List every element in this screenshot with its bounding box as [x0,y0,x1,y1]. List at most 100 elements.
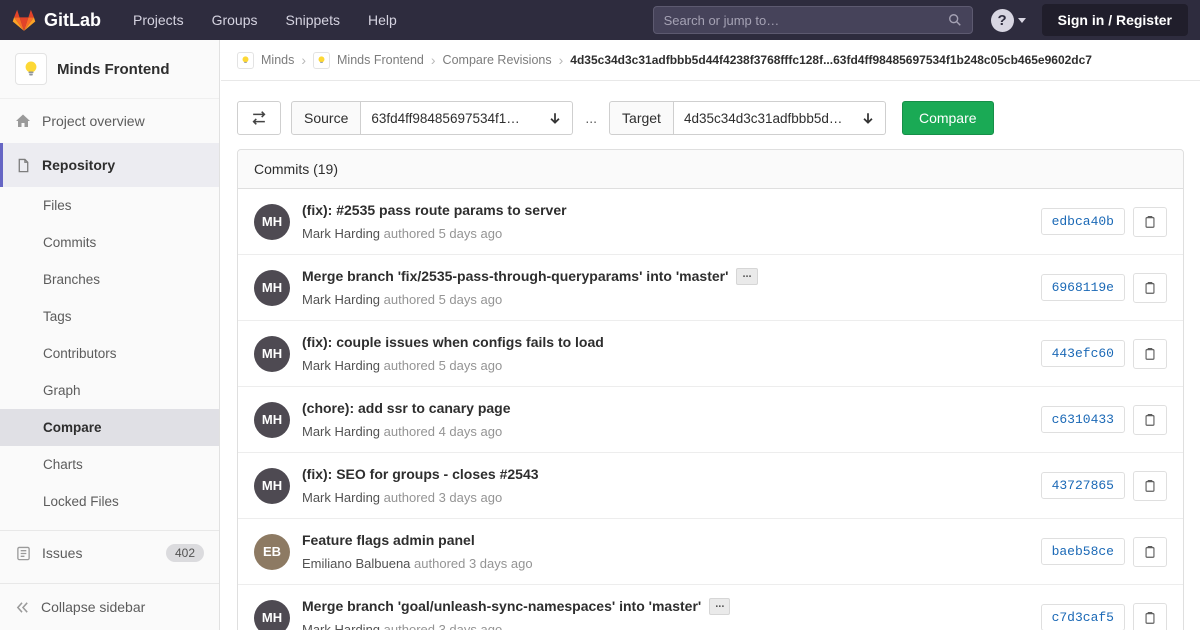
sidebar-project-link[interactable]: Minds Frontend [0,40,219,99]
compare-button[interactable]: Compare [901,101,994,135]
breadcrumb-link-compare-revisions[interactable]: Compare Revisions [443,53,552,67]
commit-sha-link[interactable]: baeb58ce [1040,538,1125,565]
commit-title-link[interactable]: (fix): couple issues when configs fails … [302,334,604,350]
target-label: Target [609,101,674,135]
commit-author-link[interactable]: Emiliano Balbuena [302,556,410,571]
commit-actions: c6310433 [1040,404,1167,435]
commit-authored-time: authored 3 days ago [414,556,533,571]
commit-title-link[interactable]: Merge branch 'fix/2535-pass-through-quer… [302,268,728,284]
commit-title-link[interactable]: Merge branch 'goal/unleash-sync-namespac… [302,598,701,614]
search-box[interactable] [652,6,973,34]
collapse-sidebar-button[interactable]: Collapse sidebar [0,583,219,630]
clipboard-icon [1143,347,1157,361]
commit-author-link[interactable]: Mark Harding [302,622,380,630]
arrow-down-icon [861,111,875,125]
commits-panel: Commits (19) MH (fix): #2535 pass route … [237,149,1184,630]
commit-authored-time: authored 5 days ago [383,358,503,373]
copy-sha-button[interactable] [1133,272,1167,303]
breadcrumb-link-minds[interactable]: Minds [261,53,294,67]
gitlab-tanuki-icon [12,8,36,32]
project-crumb-avatar [313,51,331,69]
commit-author-link[interactable]: Mark Harding [302,226,380,241]
sidebar-item-branches[interactable]: Branches [0,261,219,298]
compare-form: Source 63fd4ff98485697534f1… ... Target … [221,81,1200,135]
repository-subnav: Files Commits Branches Tags Contributors… [0,187,219,520]
arrow-down-icon [548,111,562,125]
commit-row: EB Feature flags admin panel Emiliano Ba… [238,518,1183,584]
commit-sha-link[interactable]: c6310433 [1040,406,1125,433]
expand-commit-message-button[interactable]: ... [709,598,731,616]
sign-in-button[interactable]: Sign in / Register [1041,4,1188,36]
copy-sha-button[interactable] [1133,338,1167,369]
sidebar-item-locked-files[interactable]: Locked Files [0,483,219,520]
project-title: Minds Frontend [57,60,170,78]
sidebar-item-label: Project overview [42,113,145,129]
sidebar-item-compare[interactable]: Compare [0,409,219,446]
author-avatar[interactable]: MH [254,599,290,630]
copy-sha-button[interactable] [1133,602,1167,630]
nav-item-help[interactable]: Help [354,0,411,40]
author-avatar[interactable]: MH [254,467,290,504]
copy-sha-button[interactable] [1133,206,1167,237]
swap-revisions-button[interactable] [237,101,281,135]
target-revision-dropdown[interactable]: 4d35c34d3c31adfbbb5d… [673,101,886,135]
nav-item-snippets[interactable]: Snippets [272,0,354,40]
sidebar-item-project-overview[interactable]: Project overview [0,99,219,143]
sidebar-item-repository[interactable]: Repository [0,143,219,187]
commit-sha-link[interactable]: 443efc60 [1040,340,1125,367]
sidebar-item-charts[interactable]: Charts [0,446,219,483]
source-revision-value: 63fd4ff98485697534f1… [371,110,520,126]
commit-sha-link[interactable]: edbca40b [1040,208,1125,235]
sidebar-item-commits[interactable]: Commits [0,224,219,261]
breadcrumb-link-project[interactable]: Minds Frontend [337,53,424,67]
breadcrumb-separator: › [558,52,564,68]
copy-sha-button[interactable] [1133,536,1167,567]
commit-author-link[interactable]: Mark Harding [302,424,380,439]
author-avatar[interactable]: MH [254,269,290,306]
commit-title-link[interactable]: (fix): #2535 pass route params to server [302,202,567,218]
commit-sha-link[interactable]: 6968119e [1040,274,1125,301]
sidebar-item-label: Repository [42,157,116,173]
author-avatar[interactable]: MH [254,401,290,438]
sidebar-item-graph[interactable]: Graph [0,372,219,409]
document-icon [15,158,31,173]
author-avatar[interactable]: MH [254,203,290,240]
clipboard-icon [1143,413,1157,427]
issues-count-badge: 402 [165,544,204,562]
copy-sha-button[interactable] [1133,404,1167,435]
sidebar-item-files[interactable]: Files [0,187,219,224]
commit-meta: Mark Harding authored 5 days ago [302,358,1029,373]
sidebar-item-label: Issues [42,545,83,561]
copy-sha-button[interactable] [1133,470,1167,501]
nav-item-groups[interactable]: Groups [198,0,272,40]
commit-meta: Emiliano Balbuena authored 3 days ago [302,556,1029,571]
issues-icon [15,546,31,561]
commit-authored-time: authored 5 days ago [383,226,503,241]
sidebar-item-tags[interactable]: Tags [0,298,219,335]
commit-title-link[interactable]: (chore): add ssr to canary page [302,400,511,416]
sidebar-item-issues[interactable]: Issues 402 [0,531,219,575]
commit-info: (fix): couple issues when configs fails … [302,334,1029,373]
source-revision-dropdown[interactable]: 63fd4ff98485697534f1… [361,101,574,135]
gitlab-logo[interactable]: GitLab [12,8,101,32]
double-chevron-left-icon [15,600,30,615]
expand-commit-message-button[interactable]: ... [736,268,758,286]
help-dropdown[interactable]: ? [990,8,1026,32]
commit-sha-link[interactable]: 43727865 [1040,472,1125,499]
clipboard-icon [1143,545,1157,559]
author-avatar[interactable]: MH [254,335,290,372]
commit-actions: edbca40b [1040,206,1167,237]
commit-author-link[interactable]: Mark Harding [302,358,380,373]
sidebar-item-contributors[interactable]: Contributors [0,335,219,372]
commit-info: (fix): #2535 pass route params to server… [302,202,1029,241]
commit-title-link[interactable]: (fix): SEO for groups - closes #2543 [302,466,539,482]
commit-author-link[interactable]: Mark Harding [302,292,380,307]
search-input[interactable] [663,12,948,28]
commit-title-link[interactable]: Feature flags admin panel [302,532,475,548]
clipboard-icon [1143,215,1157,229]
commit-author-link[interactable]: Mark Harding [302,490,380,505]
nav-item-projects[interactable]: Projects [119,0,198,40]
commit-sha-link[interactable]: c7d3caf5 [1040,604,1125,630]
commit-authored-time: authored 3 days ago [383,622,503,630]
author-avatar[interactable]: EB [254,533,290,570]
